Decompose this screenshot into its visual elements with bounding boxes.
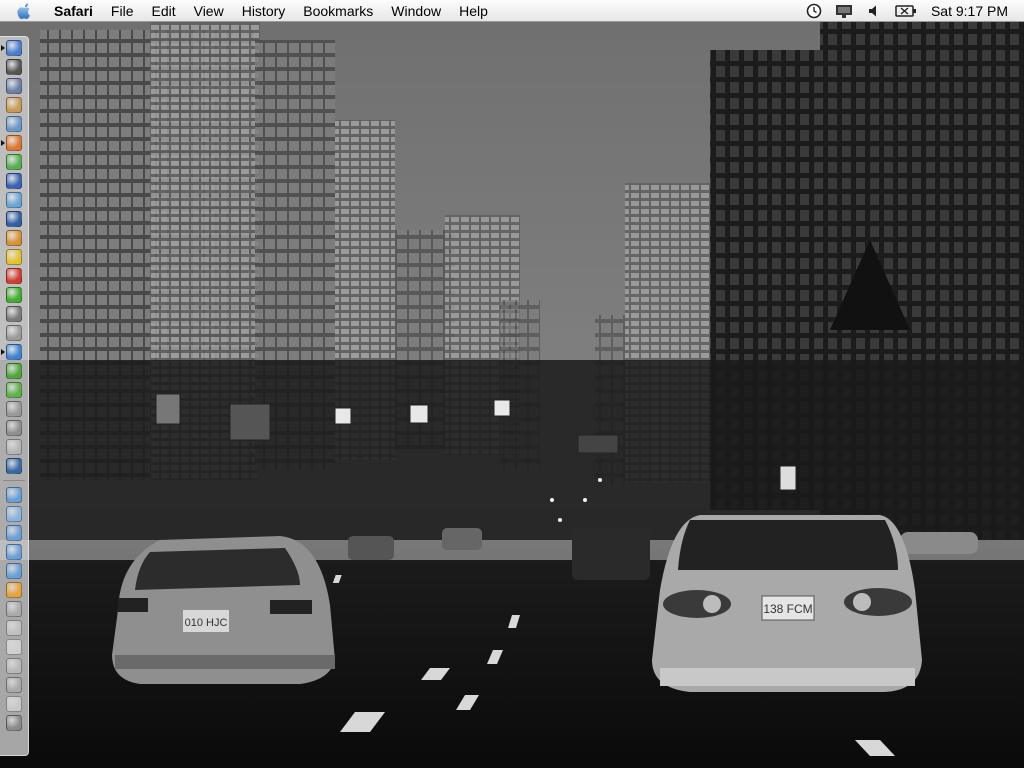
preview-icon[interactable] xyxy=(6,78,22,94)
app-menu[interactable]: Safari xyxy=(44,0,102,22)
safari-icon[interactable] xyxy=(6,344,22,360)
menu-edit[interactable]: Edit xyxy=(142,0,184,22)
applications-folder-icon[interactable] xyxy=(6,506,22,522)
quicktime-icon[interactable] xyxy=(6,211,22,227)
folder-icon[interactable] xyxy=(6,563,22,579)
media-icon[interactable] xyxy=(6,173,22,189)
left-car: 010 HJC xyxy=(112,536,335,684)
street-shadow xyxy=(0,360,1024,540)
green-app-icon[interactable] xyxy=(6,363,22,379)
volume-icon[interactable] xyxy=(864,1,884,21)
dock-separator xyxy=(3,480,25,481)
menu-history[interactable]: History xyxy=(233,0,295,22)
firefox-icon[interactable] xyxy=(6,135,22,151)
battery-icon[interactable] xyxy=(894,1,918,21)
menu-help[interactable]: Help xyxy=(450,0,497,22)
text-icon[interactable] xyxy=(6,325,22,341)
package-icon[interactable] xyxy=(6,582,22,598)
network-icon[interactable] xyxy=(6,116,22,132)
folder-icon[interactable] xyxy=(6,525,22,541)
apple-icon[interactable] xyxy=(16,1,36,21)
running-indicator xyxy=(1,45,5,51)
itunes-icon[interactable] xyxy=(6,154,22,170)
finder-icon[interactable] xyxy=(6,40,22,56)
menu-extras: Sat 9:17 PM xyxy=(799,0,1024,22)
display-icon[interactable] xyxy=(834,1,854,21)
dock xyxy=(0,36,29,756)
document-icon[interactable] xyxy=(6,620,22,636)
menu-window[interactable]: Window xyxy=(382,0,450,22)
menu-bar: Safari File Edit View History Bookmarks … xyxy=(0,0,1024,22)
image-editor-icon[interactable] xyxy=(6,306,22,322)
desktop-wallpaper: 010 HJC 138 FCM xyxy=(0,0,1024,768)
script-editor-icon[interactable] xyxy=(6,420,22,436)
document-icon[interactable] xyxy=(6,696,22,712)
menu-bookmarks[interactable]: Bookmarks xyxy=(294,0,382,22)
svg-text:010 HJC: 010 HJC xyxy=(185,617,228,629)
trash-icon[interactable] xyxy=(6,715,22,731)
cube-icon[interactable] xyxy=(6,382,22,398)
flash-icon[interactable] xyxy=(6,268,22,284)
document-icon[interactable] xyxy=(6,677,22,693)
photo-icon[interactable] xyxy=(6,230,22,246)
running-indicator xyxy=(1,349,5,355)
dreamweaver-icon[interactable] xyxy=(6,287,22,303)
running-indicator xyxy=(1,140,5,146)
folder-icon[interactable] xyxy=(6,487,22,503)
terminal-icon[interactable] xyxy=(6,439,22,455)
camera-icon[interactable] xyxy=(6,401,22,417)
svg-text:138 FCM: 138 FCM xyxy=(763,602,812,616)
time-machine-clock-icon[interactable] xyxy=(804,1,824,21)
wallet-icon[interactable] xyxy=(6,249,22,265)
document-icon[interactable] xyxy=(6,639,22,655)
globe-icon[interactable] xyxy=(6,458,22,474)
document-icon[interactable] xyxy=(6,658,22,674)
mail-icon[interactable] xyxy=(6,192,22,208)
right-car: 138 FCM xyxy=(652,515,922,692)
menubar-clock[interactable]: Sat 9:17 PM xyxy=(923,3,1024,19)
document-icon[interactable] xyxy=(6,601,22,617)
folder-icon[interactable] xyxy=(6,544,22,560)
address-book-icon[interactable] xyxy=(6,97,22,113)
spider-icon[interactable] xyxy=(6,59,22,75)
menu-view[interactable]: View xyxy=(185,0,233,22)
menu-file[interactable]: File xyxy=(102,0,143,22)
